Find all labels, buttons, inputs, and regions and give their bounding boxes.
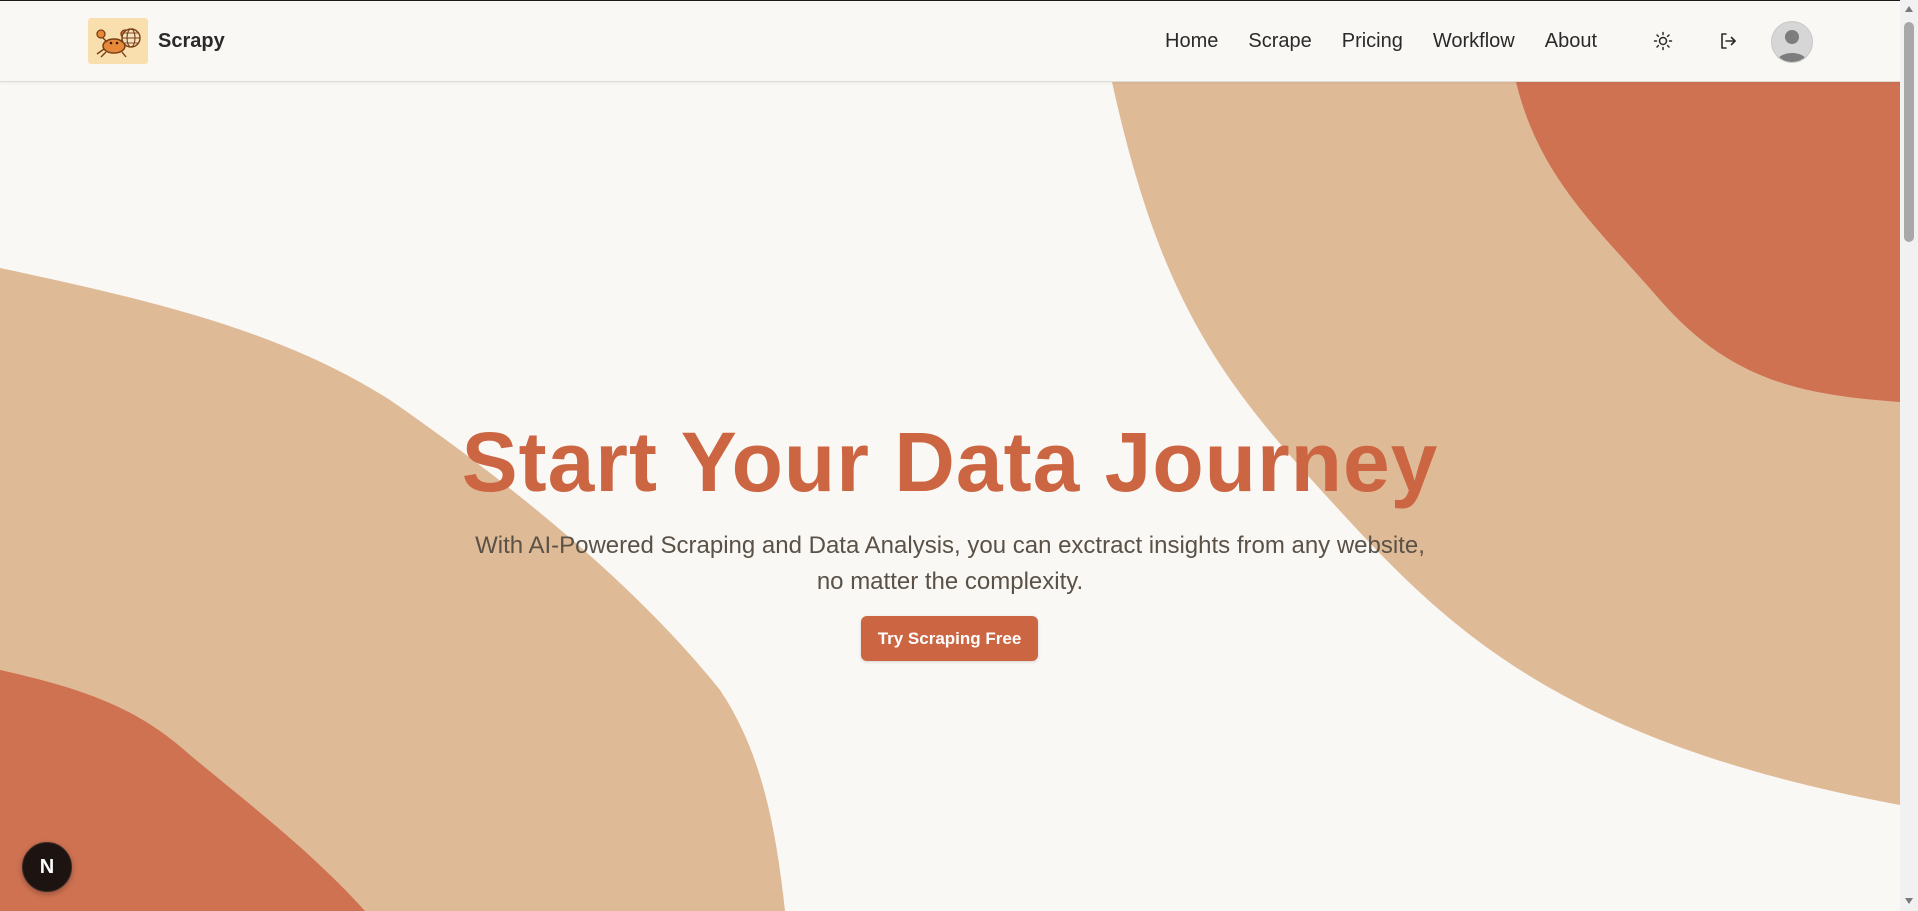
logout-icon[interactable] (1714, 27, 1742, 55)
nav-item-about[interactable]: About (1545, 30, 1597, 53)
vertical-scrollbar[interactable] (1900, 0, 1918, 911)
page: Scrapy Home Scrape Pricing Workflow Abou… (0, 0, 1918, 911)
hero-title: Start Your Data Journey (461, 415, 1439, 509)
top-navbar: Scrapy Home Scrape Pricing Workflow Abou… (0, 1, 1900, 82)
nextjs-dev-badge[interactable]: N (22, 842, 72, 892)
hero-section: Start Your Data Journey With AI-Powered … (0, 0, 1900, 911)
scroll-up-arrow-icon[interactable] (1905, 6, 1913, 12)
nav-item-pricing[interactable]: Pricing (1342, 30, 1403, 53)
nav-item-workflow[interactable]: Workflow (1433, 30, 1515, 53)
nav-links: Home Scrape Pricing Workflow About (1165, 1, 1627, 81)
hero-subtitle: With AI-Powered Scraping and Data Analys… (475, 532, 1425, 595)
nextjs-badge-label: N (39, 855, 55, 878)
scrollbar-thumb[interactable] (1904, 22, 1914, 242)
brand-link[interactable]: Scrapy (88, 18, 225, 64)
try-scraping-free-button[interactable]: Try Scraping Free (861, 616, 1038, 661)
window-top-border (0, 0, 1918, 1)
user-avatar-icon[interactable] (1771, 21, 1813, 63)
brand-name: Scrapy (158, 29, 225, 52)
scroll-down-arrow-icon[interactable] (1905, 898, 1913, 904)
nav-item-scrape[interactable]: Scrape (1248, 30, 1311, 53)
sun-icon[interactable] (1649, 27, 1677, 55)
crab-globe-icon (88, 18, 148, 64)
nav-item-home[interactable]: Home (1165, 30, 1218, 53)
